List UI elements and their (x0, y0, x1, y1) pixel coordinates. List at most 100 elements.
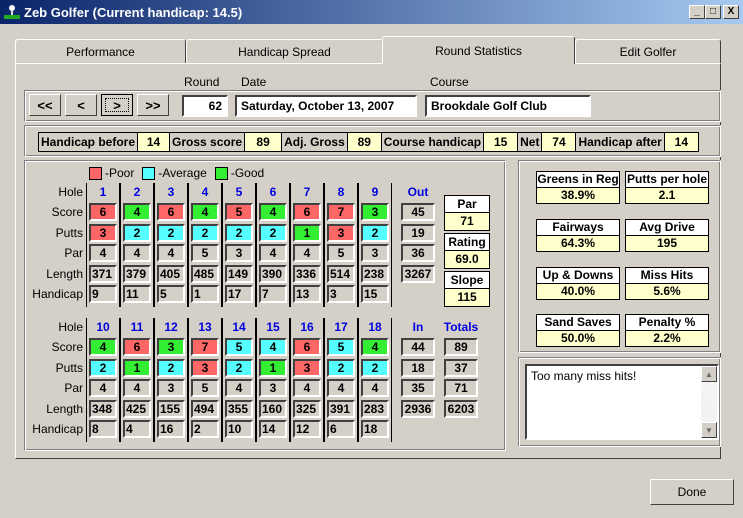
score-cell: 4 (123, 203, 151, 221)
net-label: Net (518, 133, 543, 151)
par-cell: 4 (89, 244, 117, 262)
slope-box: Slope 115 (444, 271, 490, 307)
handicap-cell: 13 (293, 285, 321, 303)
totals-header: Totals (443, 320, 479, 334)
score-cell: 5 (225, 338, 253, 356)
hole-number: 2 (133, 185, 141, 199)
course-label: Course (430, 75, 469, 89)
par-value: 71 (445, 213, 489, 230)
date-field[interactable]: Saturday, October 13, 2007 (235, 95, 417, 117)
row-label-handicap: Handicap (32, 422, 83, 436)
handicap-cell: 12 (293, 420, 321, 438)
net-value: 74 (542, 133, 577, 151)
notes-textarea[interactable]: Too many miss hits! ▲ ▼ (525, 364, 719, 440)
handicap-cell: 11 (123, 285, 151, 303)
score-cell: 4 (89, 338, 117, 356)
stat-label: Miss Hits (626, 268, 708, 284)
legend-average-label: -Average (158, 166, 207, 180)
par-label: Par (445, 196, 489, 213)
stat-value: 2.2% (626, 331, 708, 346)
length-cell: 371 (89, 265, 117, 283)
minimize-button[interactable]: _ (689, 5, 705, 19)
stat-value: 40.0% (537, 284, 619, 299)
putts-cell: 2 (123, 224, 151, 242)
prev-round-button[interactable]: < (65, 94, 97, 116)
done-button[interactable]: Done (650, 479, 734, 505)
par-cell: 4 (157, 244, 185, 262)
tab-performance[interactable]: Performance (15, 39, 186, 64)
total-cell: 6203 (444, 400, 478, 418)
score-cell: 4 (259, 203, 287, 221)
putts-cell: 2 (259, 224, 287, 242)
putts-cell: 2 (191, 224, 219, 242)
hole-number: 4 (201, 185, 209, 199)
row-label-hole: Hole (58, 185, 83, 199)
score-cell: 4 (259, 338, 287, 356)
first-round-button[interactable]: << (29, 94, 61, 116)
last-round-button[interactable]: >> (137, 94, 169, 116)
row-label-score: Score (51, 340, 83, 354)
notes-scrollbar[interactable]: ▲ ▼ (701, 366, 717, 438)
golfer-logo-icon (4, 4, 20, 20)
round-summary: Handicap before 14 Gross score 89 Adj. G… (38, 132, 699, 152)
handicap-cell: 1 (191, 285, 219, 303)
sum-cell: 2936 (401, 400, 435, 418)
close-button[interactable]: X (723, 5, 739, 19)
hole-number: 18 (368, 320, 382, 334)
handicap-cell: 8 (89, 420, 117, 438)
putts-cell: 2 (157, 359, 185, 377)
row-label-length: Length (46, 267, 83, 281)
stat-value: 64.3% (537, 236, 619, 251)
putts-cell: 3 (327, 224, 355, 242)
handicap-cell: 3 (327, 285, 355, 303)
title-bar: Zeb Golfer (Current handicap: 14.5) _ □ … (0, 0, 743, 24)
length-cell: 238 (361, 265, 389, 283)
score-cell: 6 (293, 203, 321, 221)
scroll-down-icon[interactable]: ▼ (701, 422, 717, 438)
tab-handicap-spread[interactable]: Handicap Spread (186, 39, 383, 64)
sum-cell: 18 (401, 359, 435, 377)
round-label: Round (184, 75, 220, 89)
putts-cell: 2 (361, 359, 389, 377)
slope-label: Slope (445, 272, 489, 289)
putts-cell: 1 (259, 359, 287, 377)
handicap-before-value: 14 (138, 133, 171, 151)
stat-avg-drive: Avg Drive 195 (625, 219, 709, 252)
handicap-cell: 6 (327, 420, 355, 438)
legend-poor-label: -Poor (105, 166, 135, 180)
row-label-score: Score (51, 205, 83, 219)
stat-up-downs: Up & Downs 40.0% (536, 267, 620, 300)
maximize-button[interactable]: □ (705, 5, 721, 19)
round-number-field[interactable]: 62 (182, 95, 228, 117)
total-cell: 71 (444, 379, 478, 397)
handicap-cell: 14 (259, 420, 287, 438)
putts-cell: 2 (225, 359, 253, 377)
putts-cell: 3 (191, 359, 219, 377)
handicap-cell: 2 (191, 420, 219, 438)
scroll-up-icon[interactable]: ▲ (701, 366, 717, 382)
legend-average-swatch (142, 166, 156, 180)
stat-value: 38.9% (537, 188, 619, 203)
stat-miss-hits: Miss Hits 5.6% (625, 267, 709, 300)
length-cell: 514 (327, 265, 355, 283)
score-cell: 4 (361, 338, 389, 356)
stat-value: 5.6% (626, 284, 708, 299)
putts-cell: 2 (225, 224, 253, 242)
par-cell: 3 (157, 379, 185, 397)
stat-value: 195 (626, 236, 708, 251)
course-field[interactable]: Brookdale Golf Club (425, 95, 591, 117)
hole-number: 12 (164, 320, 178, 334)
length-cell: 160 (259, 400, 287, 418)
legend: -Poor -Average -Good (89, 166, 264, 180)
stat-greens-in-reg: Greens in Reg 38.9% (536, 171, 620, 204)
sum-header: Out (407, 185, 429, 199)
handicap-cell: 16 (157, 420, 185, 438)
tab-round-statistics[interactable]: Round Statistics (382, 36, 575, 64)
next-round-button[interactable]: > (101, 94, 133, 116)
notes-text: Too many miss hits! (531, 369, 637, 383)
score-cell: 4 (191, 203, 219, 221)
slope-value: 115 (445, 289, 489, 306)
par-cell: 5 (327, 244, 355, 262)
tab-edit-golfer[interactable]: Edit Golfer (575, 39, 721, 64)
hole-number: 1 (99, 185, 107, 199)
